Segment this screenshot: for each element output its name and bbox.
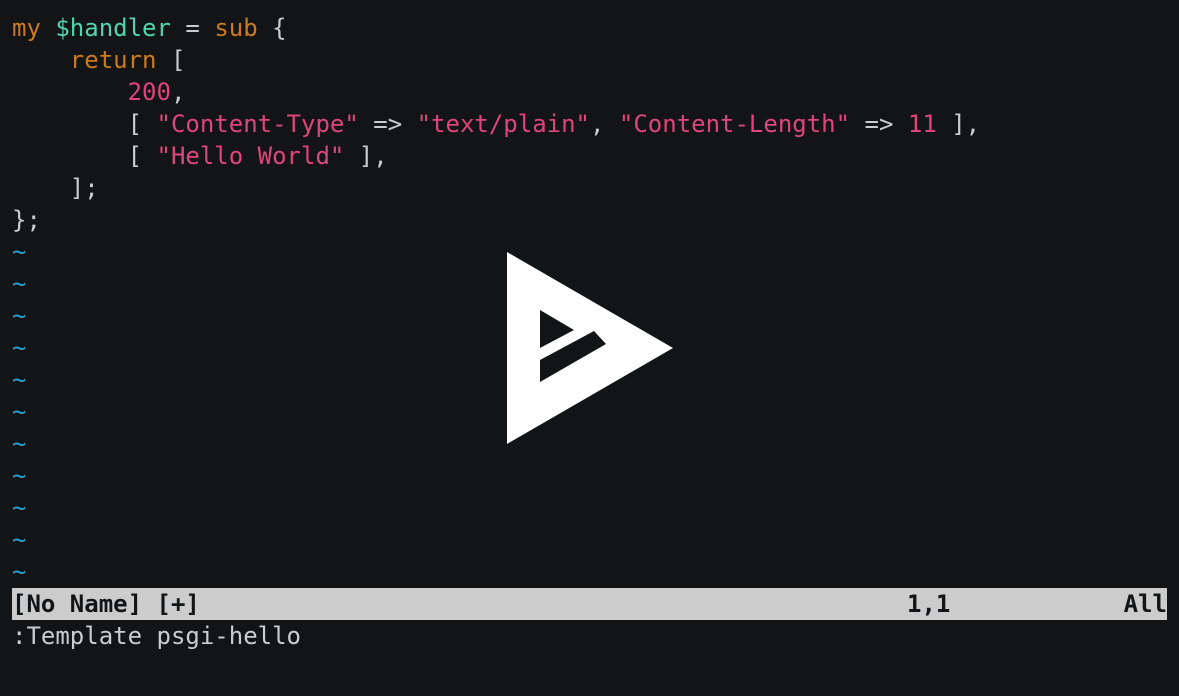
keyword-return: return <box>69 46 157 74</box>
status-filename: [No Name] [+] <box>12 590 200 618</box>
comma: , <box>589 110 619 138</box>
code-line-2: return [ <box>12 44 1167 76</box>
keyword-sub: sub <box>214 14 258 42</box>
status-scroll-percent: All <box>1123 590 1167 618</box>
code-line-5: [ "Hello World" ], <box>12 140 1167 172</box>
empty-line-tilde: ~ <box>12 494 27 522</box>
status-line: [No Name] [+] 1,1 All <box>12 588 1167 620</box>
code-line-1: my $handler = sub { <box>12 12 1167 44</box>
status-cursor-position: 1,1 <box>907 590 951 618</box>
string-hello-world: "Hello World" <box>156 142 345 170</box>
code-line-3: 200, <box>12 76 1167 108</box>
fat-arrow: => <box>850 110 908 138</box>
asciinema-play-icon[interactable] <box>500 250 680 450</box>
assign-op: = <box>170 14 215 42</box>
comma: , <box>170 78 186 106</box>
string-text-plain: "text/plain" <box>416 110 590 138</box>
code-line-4: [ "Content-Type" => "text/plain", "Conte… <box>12 108 1167 140</box>
number-11: 11 <box>907 110 937 138</box>
string-content-type: "Content-Type" <box>156 110 359 138</box>
string-content-length: "Content-Length" <box>618 110 851 138</box>
play-icon-svg <box>507 252 673 444</box>
number-200: 200 <box>127 78 171 106</box>
open-bracket: [ <box>127 142 157 170</box>
empty-line-tilde: ~ <box>12 462 27 490</box>
code-line-7: }; <box>12 206 41 234</box>
command-line[interactable]: :Template psgi-hello <box>12 620 1167 652</box>
fat-arrow: => <box>358 110 417 138</box>
code-line-6: ]; <box>12 174 99 202</box>
open-bracket: [ <box>156 46 186 74</box>
open-brace: { <box>257 14 287 42</box>
variable-handler: $handler <box>55 14 171 42</box>
close-bracket: ], <box>344 142 388 170</box>
empty-line-tilde: ~ <box>12 558 27 586</box>
empty-line-tilde: ~ <box>12 526 27 554</box>
keyword-my: my <box>12 14 41 42</box>
open-bracket: [ <box>127 110 157 138</box>
close-bracket: ], <box>936 110 981 138</box>
